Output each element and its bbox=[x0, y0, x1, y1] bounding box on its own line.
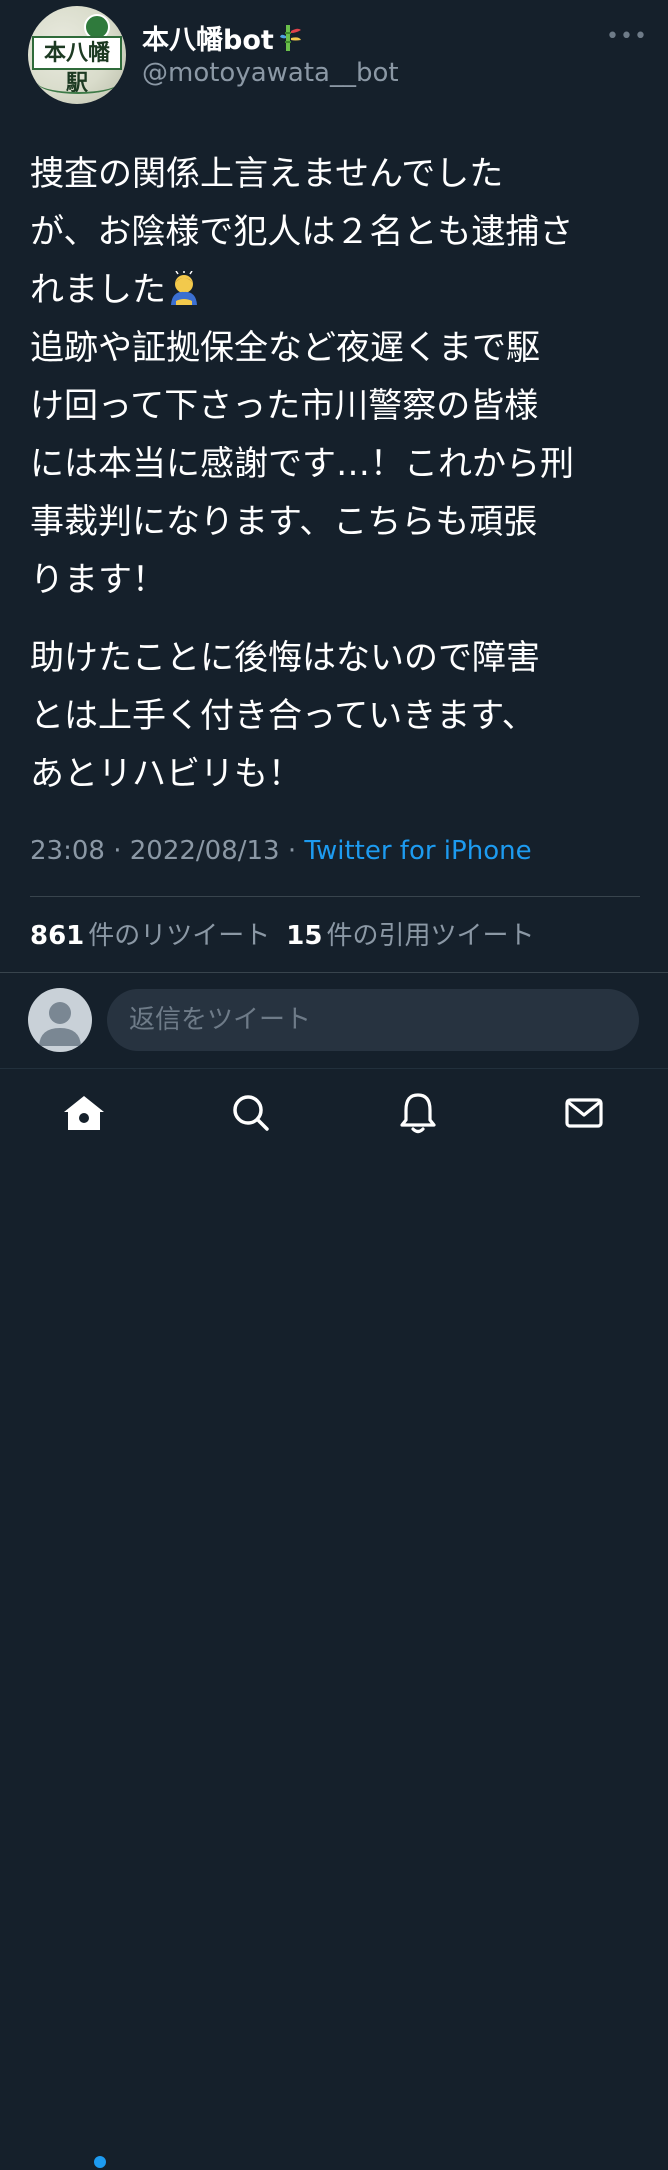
notification-dot bbox=[92, 2154, 108, 2170]
more-options-icon[interactable]: ••• bbox=[606, 22, 647, 52]
tweet-stats: 861 件のリツイート 15 件の引用ツイート bbox=[30, 915, 535, 952]
tab-search[interactable] bbox=[220, 1082, 280, 1142]
quotes-label: 件の引用ツイート bbox=[326, 921, 535, 951]
bottom-tab-bar bbox=[0, 1072, 668, 2170]
bamboo-icon bbox=[279, 25, 301, 51]
tweet-body: 捜査の関係上言えませんでした が、お陰様で犯人は２名とも逮捕さ れました 追跡や… bbox=[30, 145, 640, 803]
meta-separator: · bbox=[279, 836, 305, 866]
tweet-paragraph: 助けたことに後悔はないので障害 とは上手く付き合っていきます、 あとリハビリも！ bbox=[30, 638, 540, 794]
user-avatar[interactable] bbox=[28, 988, 92, 1052]
tweet-client-link[interactable]: Twitter for iPhone bbox=[304, 836, 531, 866]
avatar-scribble bbox=[38, 72, 118, 94]
tab-notifications[interactable] bbox=[388, 1082, 448, 1142]
divider bbox=[0, 972, 668, 973]
tweet-text-part: 追跡や証拠保全など夜遅くまで駆 け回って下さった市川警察の皆様 には本当に感謝で… bbox=[30, 328, 574, 600]
author-display-name[interactable]: 本八幡bot bbox=[142, 18, 302, 57]
tab-messages[interactable] bbox=[554, 1082, 614, 1142]
search-icon bbox=[233, 1095, 269, 1131]
tweet-header: 本八幡駅 本八幡bot @motoyawata__bot ••• bbox=[0, 0, 668, 120]
divider bbox=[0, 1068, 668, 1069]
retweets-stat[interactable]: 861 件のリツイート bbox=[30, 921, 270, 951]
mail-icon bbox=[565, 1098, 603, 1128]
tweet-text-part: 捜査の関係上言えませんでした が、お陰様で犯人は２名とも逮捕さ れました bbox=[30, 154, 574, 310]
default-avatar-icon bbox=[39, 1002, 81, 1046]
quotes-count: 15 bbox=[286, 921, 323, 951]
avatar-sign: 本八幡駅 bbox=[32, 36, 122, 96]
author-name-text: 本八幡bot bbox=[142, 25, 274, 56]
meta-separator: · bbox=[104, 836, 130, 866]
retweets-label: 件のリツイート bbox=[88, 921, 271, 951]
tweet-time: 23:08 bbox=[30, 836, 105, 866]
bowing-person-emoji-icon bbox=[171, 271, 197, 305]
tab-home[interactable] bbox=[54, 1082, 114, 1142]
tweet-meta: 23:08 · 2022/08/13 · Twitter for iPhone bbox=[30, 836, 532, 866]
author-avatar[interactable]: 本八幡駅 bbox=[28, 6, 126, 104]
home-icon bbox=[64, 1096, 104, 1130]
tweet-paragraph: 捜査の関係上言えませんでした が、お陰様で犯人は２名とも逮捕さ れました 追跡や… bbox=[30, 145, 640, 609]
quotes-stat[interactable]: 15 件の引用ツイート bbox=[286, 921, 534, 951]
divider bbox=[30, 896, 640, 897]
reply-input[interactable] bbox=[107, 989, 639, 1051]
tweet-date: 2022/08/13 bbox=[129, 836, 280, 866]
bell-icon bbox=[400, 1093, 436, 1134]
retweets-count: 861 bbox=[30, 921, 85, 951]
author-handle[interactable]: @motoyawata__bot bbox=[142, 58, 399, 88]
